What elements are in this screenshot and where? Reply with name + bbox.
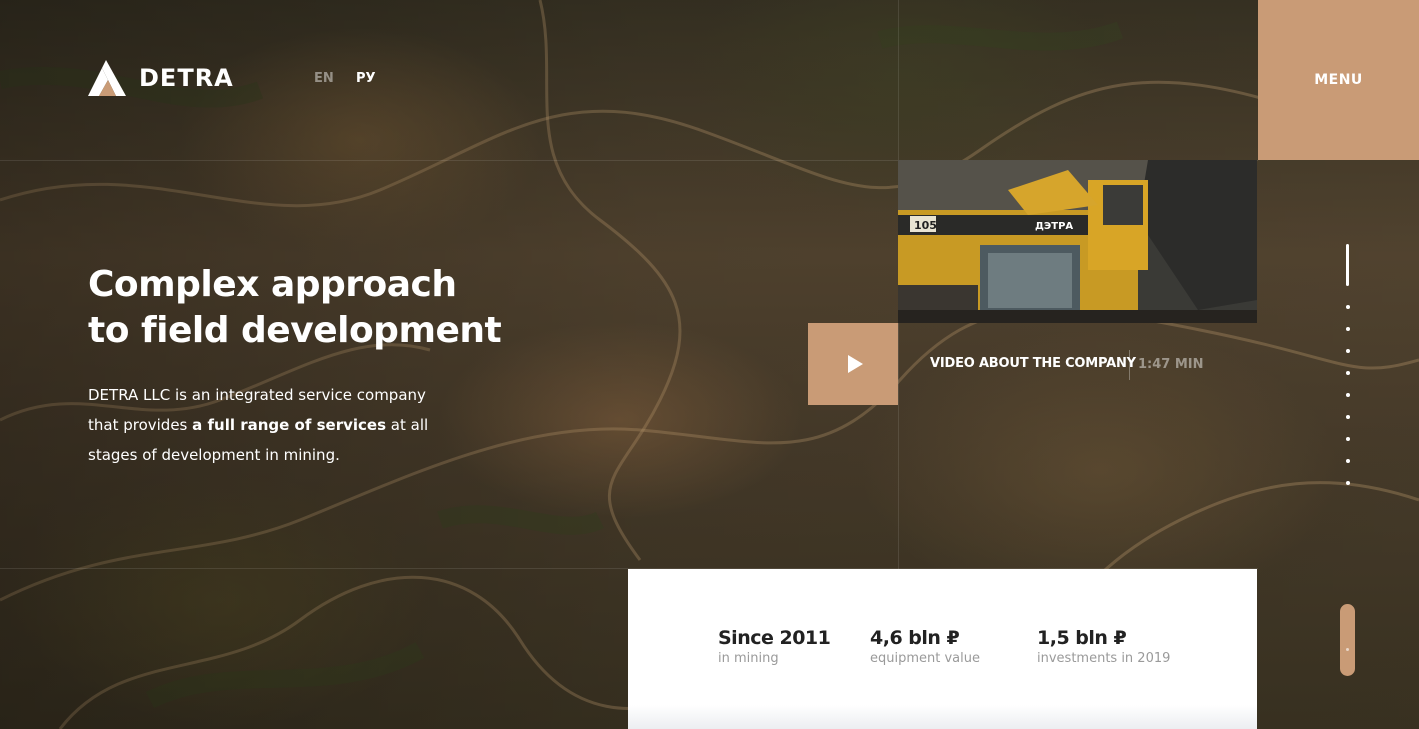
pagination-dot[interactable]	[1346, 459, 1350, 463]
pagination-dot[interactable]	[1346, 305, 1350, 309]
truck-number: 105	[914, 219, 937, 232]
stat-value: Since 2011	[718, 627, 831, 649]
menu-button[interactable]: MENU	[1258, 0, 1419, 160]
pagination-dot[interactable]	[1346, 371, 1350, 375]
stat-value: 1,5 bln ₽	[1037, 627, 1127, 649]
pagination-dot[interactable]	[1346, 415, 1350, 419]
hero-section: DETRA EN РУ MENU Complex approach to fie…	[0, 0, 1419, 729]
lang-ru-link[interactable]: РУ	[356, 71, 376, 86]
play-icon	[847, 355, 863, 373]
video-duration: 1:47 MIN	[1138, 357, 1204, 372]
stat-item: 1,5 bln ₽ investments in 2019	[1037, 627, 1170, 666]
pagination-dot[interactable]	[1346, 437, 1350, 441]
video-label[interactable]: VIDEO ABOUT THE COMPANY	[930, 356, 1136, 371]
stat-label: investments in 2019	[1037, 651, 1171, 666]
pagination-dot[interactable]	[1346, 393, 1350, 397]
pagination-active[interactable]	[1346, 244, 1349, 286]
stat-label: in mining	[718, 651, 779, 666]
menu-label: MENU	[1314, 72, 1363, 88]
pagination-dot[interactable]	[1346, 327, 1350, 331]
logo[interactable]: DETRA	[88, 60, 234, 96]
brand-name: DETRA	[139, 64, 234, 92]
scroll-dot	[1346, 648, 1349, 651]
title-line-2: to field development	[88, 310, 502, 351]
scroll-indicator[interactable]	[1340, 604, 1355, 676]
stats-panel: Since 2011 in mining 4,6 bln ₽ equipment…	[628, 569, 1257, 729]
lang-en-link[interactable]: EN	[314, 71, 334, 86]
truck-brand-text: ДЭТРА	[1035, 221, 1073, 232]
pagination-dot[interactable]	[1346, 349, 1350, 353]
truck-image: 105 ДЭТРА	[898, 160, 1257, 323]
stat-item: Since 2011 in mining	[718, 627, 831, 666]
page-title: Complex approach to field development	[88, 262, 502, 354]
pagination-dot[interactable]	[1346, 481, 1350, 485]
logo-icon	[88, 60, 126, 96]
stat-label: equipment value	[870, 651, 980, 666]
title-line-1: Complex approach	[88, 264, 457, 305]
video-divider	[1129, 350, 1130, 380]
play-video-button[interactable]	[808, 323, 898, 405]
stat-item: 4,6 bln ₽ equipment value	[870, 627, 980, 666]
video-thumbnail[interactable]: 105 ДЭТРА	[898, 160, 1257, 323]
desc-highlight: a full range of services	[192, 416, 387, 434]
stat-value: 4,6 bln ₽	[870, 627, 960, 649]
hero-description: DETRA LLC is an integrated service compa…	[88, 380, 448, 470]
